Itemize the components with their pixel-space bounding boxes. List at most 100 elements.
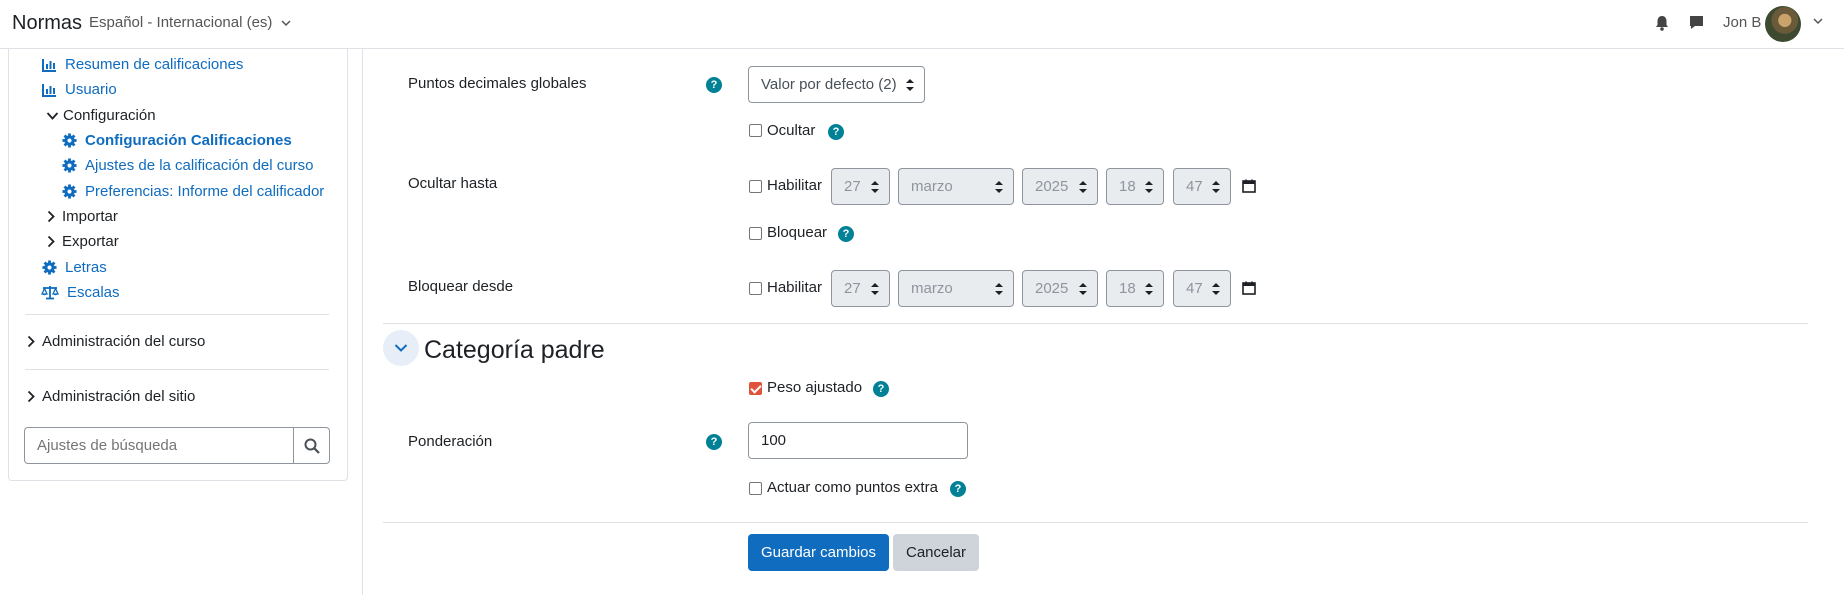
select-value: marzo xyxy=(911,280,953,297)
select-arrows-icon xyxy=(1079,283,1087,295)
hide-until-year-select[interactable]: 2025 xyxy=(1022,168,1098,205)
gear-icon xyxy=(62,133,77,148)
user-menu-chevron-icon[interactable] xyxy=(1812,16,1824,26)
nav-item-exportar[interactable]: Exportar xyxy=(46,233,119,250)
section-divider xyxy=(383,323,1808,324)
nav-item-label: Letras xyxy=(65,259,107,276)
select-value: 27 xyxy=(844,178,861,195)
help-icon[interactable]: ? xyxy=(706,434,722,450)
hide-until-minute-select[interactable]: 47 xyxy=(1173,168,1231,205)
lock-label: Bloquear xyxy=(767,224,828,241)
select-value: 47 xyxy=(1186,178,1203,195)
weight-input[interactable]: 100 xyxy=(748,422,968,459)
select-value: Valor por defecto (2) xyxy=(761,76,897,93)
divider xyxy=(25,314,329,315)
weight-adjusted-checkbox[interactable] xyxy=(749,382,762,395)
section-title: Categoría padre xyxy=(424,336,605,364)
enable-label: Habilitar xyxy=(767,177,823,194)
select-value: 18 xyxy=(1119,280,1136,297)
select-arrows-icon xyxy=(1079,181,1087,193)
nav-item-importar[interactable]: Importar xyxy=(46,208,118,225)
hide-label: Ocultar xyxy=(767,122,816,139)
lock-checkbox[interactable] xyxy=(749,227,762,240)
save-button[interactable]: Guardar cambios xyxy=(748,534,889,571)
hide-until-hour-select[interactable]: 18 xyxy=(1106,168,1164,205)
decimal-points-select[interactable]: Valor por defecto (2) xyxy=(748,66,925,103)
nav-item-label: Importar xyxy=(62,208,118,225)
nav-item-label: Resumen de calificaciones xyxy=(65,56,244,73)
lock-after-month-select[interactable]: marzo xyxy=(898,270,1014,307)
hide-until-month-select[interactable]: marzo xyxy=(898,168,1014,205)
select-value: 47 xyxy=(1186,280,1203,297)
bar-chart-icon xyxy=(42,83,56,97)
cancel-button[interactable]: Cancelar xyxy=(893,534,979,571)
chevron-down-icon xyxy=(46,111,59,120)
search-button[interactable] xyxy=(293,427,330,464)
calendar-icon[interactable] xyxy=(1242,281,1256,295)
course-admin-label: Administración del curso xyxy=(42,333,206,350)
section-collapse-button[interactable] xyxy=(383,330,419,366)
bell-icon[interactable] xyxy=(1654,14,1670,32)
hide-until-day-select[interactable]: 27 xyxy=(831,168,890,205)
help-icon[interactable]: ? xyxy=(706,77,722,93)
chevron-right-icon xyxy=(27,390,35,403)
select-arrows-icon xyxy=(871,181,879,193)
top-navbar: Normas Español - Internacional (es) Jon … xyxy=(0,0,1844,49)
site-admin-toggle[interactable]: Administración del sitio xyxy=(26,388,195,405)
select-value: 2025 xyxy=(1035,178,1069,195)
select-arrows-icon xyxy=(1212,283,1220,295)
select-value: marzo xyxy=(911,178,953,195)
form-divider xyxy=(383,522,1808,523)
extra-credit-checkbox[interactable] xyxy=(749,482,762,495)
hide-checkbox[interactable] xyxy=(749,124,762,137)
nav-item-ajustes-curso[interactable]: Ajustes de la calificación del curso xyxy=(62,157,313,174)
select-arrows-icon xyxy=(1212,181,1220,193)
search-input[interactable] xyxy=(24,427,294,464)
help-icon[interactable]: ? xyxy=(873,381,889,397)
balance-scale-icon xyxy=(41,286,59,300)
nav-item-preferencias[interactable]: Preferencias: Informe del calificador xyxy=(62,183,324,200)
weight-label: Ponderación xyxy=(408,433,493,450)
messages-icon[interactable] xyxy=(1688,14,1705,31)
hide-until-enable-checkbox[interactable] xyxy=(749,180,762,193)
nav-item-configuracion[interactable]: Configuración xyxy=(46,107,156,124)
help-icon[interactable]: ? xyxy=(950,481,966,497)
nav-item-usuario[interactable]: Usuario xyxy=(42,81,117,98)
nav-item-label: Configuración Calificaciones xyxy=(85,132,292,149)
help-icon[interactable]: ? xyxy=(828,124,844,140)
chevron-down-icon xyxy=(281,20,291,27)
lock-after-day-select[interactable]: 27 xyxy=(831,270,890,307)
chevron-down-icon xyxy=(394,344,408,352)
nav-item-letras[interactable]: Letras xyxy=(42,259,107,276)
nav-item-escalas[interactable]: Escalas xyxy=(41,284,120,301)
help-icon[interactable]: ? xyxy=(838,226,854,242)
lock-after-hour-select[interactable]: 18 xyxy=(1106,270,1164,307)
course-index-drawer: Resumen de calificaciones Usuario Config… xyxy=(0,49,363,595)
select-arrows-icon xyxy=(995,181,1003,193)
nav-item-config-calificaciones[interactable]: Configuración Calificaciones xyxy=(62,132,292,149)
calendar-icon[interactable] xyxy=(1242,179,1256,193)
enable-label: Habilitar xyxy=(767,279,823,296)
select-arrows-icon xyxy=(906,79,914,91)
gear-icon xyxy=(62,158,77,173)
input-value: 100 xyxy=(761,432,787,449)
lock-after-year-select[interactable]: 2025 xyxy=(1022,270,1098,307)
lock-after-enable-checkbox[interactable] xyxy=(749,282,762,295)
nav-item-label: Escalas xyxy=(67,284,120,301)
weight-adjusted-label: Peso ajustado xyxy=(767,379,863,396)
language-menu[interactable]: Español - Internacional (es) xyxy=(89,14,291,31)
avatar[interactable] xyxy=(1765,6,1801,42)
course-admin-toggle[interactable]: Administración del curso xyxy=(26,333,205,350)
nav-item-label: Preferencias: Informe del calificador xyxy=(85,183,325,200)
lock-after-minute-select[interactable]: 47 xyxy=(1173,270,1231,307)
search-icon xyxy=(304,438,320,454)
lock-after-label: Bloquear desde xyxy=(408,278,514,295)
gear-icon xyxy=(42,260,57,275)
select-value: 18 xyxy=(1119,178,1136,195)
nav-item-label: Ajustes de la calificación del curso xyxy=(85,157,314,174)
site-brand[interactable]: Normas xyxy=(12,12,82,35)
nav-item-label: Usuario xyxy=(65,81,117,98)
user-name[interactable]: Jon B xyxy=(1723,14,1761,31)
select-value: 2025 xyxy=(1035,280,1069,297)
nav-item-resumen[interactable]: Resumen de calificaciones xyxy=(42,56,243,73)
